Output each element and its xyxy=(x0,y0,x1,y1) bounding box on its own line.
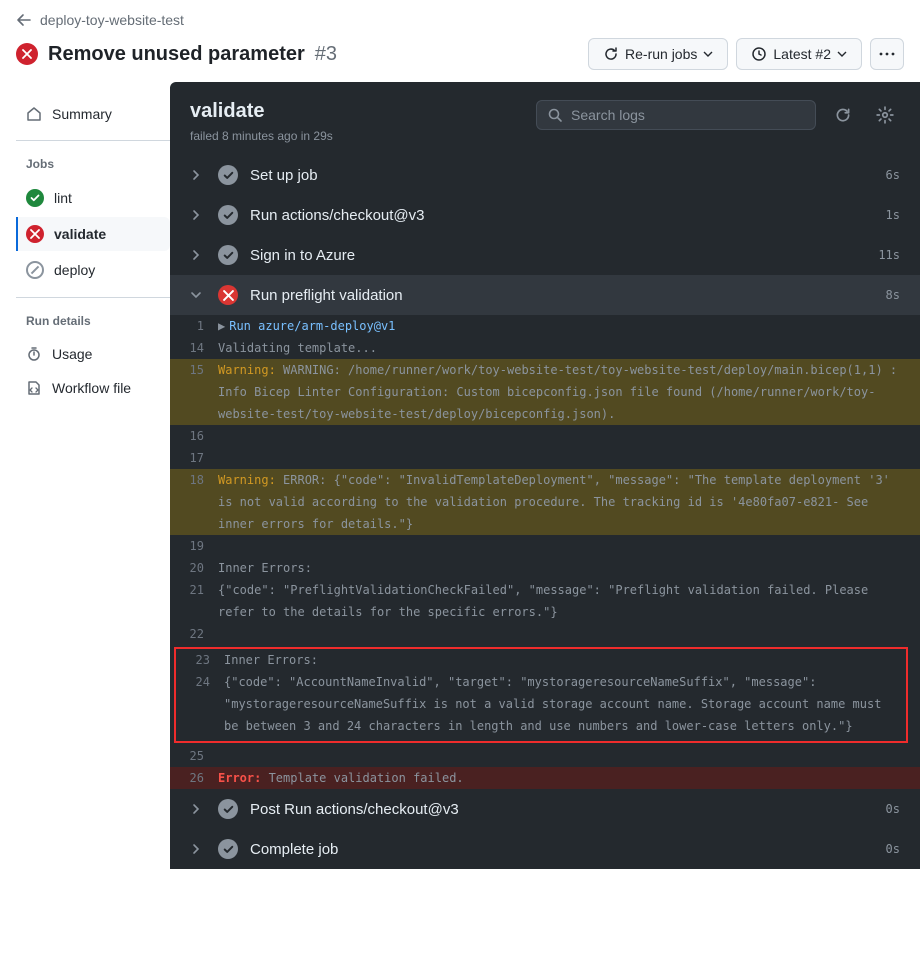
log-output: 1▶Run azure/arm-deploy@v114Validating te… xyxy=(170,315,920,789)
step-label: Set up job xyxy=(250,167,874,184)
check-circle-icon xyxy=(218,839,238,859)
skip-circle-icon xyxy=(26,261,44,279)
step-duration: 1s xyxy=(886,208,900,222)
search-input[interactable] xyxy=(571,107,805,123)
page-title-number: #3 xyxy=(315,43,337,66)
check-circle-icon xyxy=(218,799,238,819)
settings-button[interactable] xyxy=(870,100,900,130)
step-label: Sign in to Azure xyxy=(250,247,866,264)
log-line: 17 xyxy=(170,447,920,469)
log-line: 18Warning: ERROR: {"code": "InvalidTempl… xyxy=(170,469,920,535)
x-circle-icon xyxy=(218,285,238,305)
check-circle-icon xyxy=(218,205,238,225)
chevron-right-icon xyxy=(190,843,206,855)
job-subtitle: failed 8 minutes ago in 29s xyxy=(190,129,333,143)
search-logs[interactable] xyxy=(536,100,816,130)
latest-run-button[interactable]: Latest #2 xyxy=(736,38,862,70)
log-line: 22 xyxy=(170,623,920,645)
check-circle-icon xyxy=(218,245,238,265)
file-icon xyxy=(26,380,42,396)
sidebar-job-deploy[interactable]: deploy xyxy=(16,253,170,287)
step-duration: 6s xyxy=(886,168,900,182)
caret-down-icon xyxy=(703,51,713,57)
stopwatch-icon xyxy=(26,346,42,362)
job-title: validate xyxy=(190,100,333,123)
sidebar-usage[interactable]: Usage xyxy=(16,338,170,370)
step-duration: 0s xyxy=(886,802,900,816)
history-icon xyxy=(751,46,767,62)
chevron-right-icon xyxy=(190,249,206,261)
log-line: 14Validating template... xyxy=(170,337,920,359)
step-row[interactable]: Set up job 6s xyxy=(170,155,920,195)
home-icon xyxy=(26,106,42,122)
step-duration: 11s xyxy=(878,248,900,262)
log-line: 23Inner Errors: xyxy=(176,649,906,671)
log-line: 19 xyxy=(170,535,920,557)
log-line: 21{"code": "PreflightValidationCheckFail… xyxy=(170,579,920,623)
step-row[interactable]: Sign in to Azure 11s xyxy=(170,235,920,275)
x-circle-icon xyxy=(26,225,44,243)
chevron-right-icon xyxy=(190,803,206,815)
page-title: Remove unused parameter xyxy=(48,43,305,66)
log-line: 20Inner Errors: xyxy=(170,557,920,579)
step-row[interactable]: Complete job 0s xyxy=(170,829,920,869)
log-line: 1▶Run azure/arm-deploy@v1 xyxy=(170,315,920,337)
chevron-right-icon xyxy=(190,209,206,221)
step-label: Run actions/checkout@v3 xyxy=(250,207,874,224)
step-label: Complete job xyxy=(250,841,874,858)
sidebar-job-validate[interactable]: validate xyxy=(16,217,170,251)
step-label: Post Run actions/checkout@v3 xyxy=(250,801,874,818)
log-line: 15Warning: WARNING: /home/runner/work/to… xyxy=(170,359,920,425)
check-circle-icon xyxy=(26,189,44,207)
highlighted-error-box: 23Inner Errors:24{"code": "AccountNameIn… xyxy=(174,647,908,743)
search-icon xyxy=(547,107,563,123)
step-row[interactable]: Post Run actions/checkout@v3 0s xyxy=(170,789,920,829)
sidebar-summary[interactable]: Summary xyxy=(16,98,170,130)
step-row[interactable]: Run actions/checkout@v3 1s xyxy=(170,195,920,235)
log-line: 16 xyxy=(170,425,920,447)
log-line: 25 xyxy=(170,745,920,767)
kebab-menu-button[interactable] xyxy=(870,38,904,70)
log-panel: validate failed 8 minutes ago in 29s Set… xyxy=(170,82,920,869)
sidebar-jobs-heading: Jobs xyxy=(16,147,170,181)
breadcrumb-label: deploy-toy-website-test xyxy=(40,12,184,28)
check-circle-icon xyxy=(218,165,238,185)
step-duration: 8s xyxy=(886,288,900,302)
rerun-jobs-button[interactable]: Re-run jobs xyxy=(588,38,728,70)
breadcrumb[interactable]: deploy-toy-website-test xyxy=(16,12,904,28)
back-arrow-icon xyxy=(16,12,32,28)
sidebar: Summary Jobs lint validate deploy Run de… xyxy=(0,82,170,869)
caret-down-icon xyxy=(837,51,847,57)
step-label: Run preflight validation xyxy=(250,287,874,304)
refresh-logs-button[interactable] xyxy=(828,100,858,130)
chevron-right-icon xyxy=(190,169,206,181)
refresh-icon xyxy=(603,46,619,62)
log-line: 26Error: Template validation failed. xyxy=(170,767,920,789)
step-row[interactable]: Run preflight validation 8s xyxy=(170,275,920,315)
sidebar-run-details-heading: Run details xyxy=(16,304,170,338)
log-line: 24{"code": "AccountNameInvalid", "target… xyxy=(176,671,906,737)
dots-icon xyxy=(879,52,895,56)
sidebar-job-lint[interactable]: lint xyxy=(16,181,170,215)
sidebar-workflow-file[interactable]: Workflow file xyxy=(16,372,170,404)
status-fail-icon xyxy=(16,43,38,65)
chevron-down-icon xyxy=(190,289,206,301)
step-duration: 0s xyxy=(886,842,900,856)
